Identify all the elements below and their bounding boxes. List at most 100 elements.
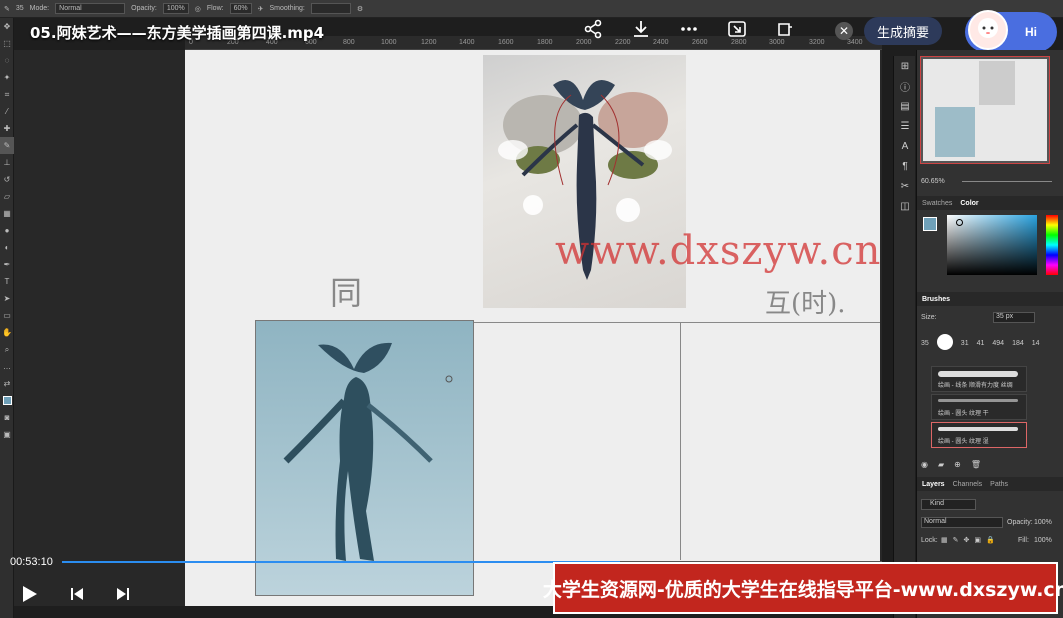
brush-tip[interactable]: 31 [961,340,969,350]
screen-mode-icon[interactable]: ▣ [0,426,14,443]
color-picker-field[interactable] [947,215,1037,275]
lock-pixels-icon[interactable]: ▦ [941,536,948,544]
quick-select-tool-icon[interactable]: ✦ [0,69,14,86]
history-brush-icon[interactable]: ↺ [0,171,14,188]
histogram-icon[interactable]: ▤ [894,96,916,116]
shape-tool-icon[interactable]: ▭ [0,307,14,324]
tool-presets-icon[interactable]: ✂ [894,176,916,196]
brush-tip-large[interactable] [936,334,953,350]
progress-fill [62,561,620,563]
tab-color[interactable]: Color [960,200,978,207]
new-group-icon[interactable]: ▰ [938,460,944,469]
stamp-tool-icon[interactable]: ⊥ [0,154,14,171]
download-icon[interactable] [628,16,654,42]
brush-tip[interactable]: 41 [977,340,985,350]
gradient-tool-icon[interactable]: ▦ [0,205,14,222]
tab-layers[interactable]: Layers [922,481,945,488]
airbrush-icon[interactable]: ✈ [258,5,264,13]
tab-paths[interactable]: Paths [990,481,1008,488]
brush-tip[interactable]: 494 [992,340,1004,350]
layer-filter-select[interactable]: Kind [921,499,976,510]
crop-tool-icon[interactable]: ⌗ [0,86,14,103]
brush-tip[interactable]: 184 [1012,340,1024,350]
assistant-mascot-icon[interactable] [968,10,1008,50]
brush-preset[interactable]: 绘画 - 线条 顺滑有力度 丝绸 [931,366,1027,392]
path-select-icon[interactable]: ➤ [0,290,14,307]
layer-opacity-value[interactable]: 100% [1034,519,1052,526]
brush-tip[interactable]: 35 [921,340,929,350]
hue-slider[interactable] [1046,215,1058,275]
new-brush-icon[interactable]: ⊕ [954,460,961,469]
info-icon[interactable]: ⓘ [894,76,916,96]
navigator-footer: 60.65% [917,178,1063,185]
character-icon[interactable]: A [894,136,916,156]
layer-filter-value: Kind [930,500,945,507]
swap-colors-icon[interactable]: ⇄ [0,375,14,392]
foreground-color-swatch[interactable] [0,392,14,409]
picture-in-picture-icon[interactable] [724,16,750,42]
ruler-tick: 3200 [809,39,825,46]
blue-silhouette-sketch [255,320,474,596]
lock-artboard-icon[interactable]: ▣ [974,536,981,544]
brush-size-value[interactable]: 35 [16,5,24,12]
lasso-tool-icon[interactable]: ◌ [0,52,14,69]
navigator-preview[interactable] [920,56,1050,164]
tab-brushes[interactable]: Brushes [922,296,950,303]
lock-brush-icon[interactable]: ✎ [953,536,959,544]
brush-tip[interactable]: 14 [1032,340,1040,350]
adjustments-icon[interactable]: ◫ [894,196,916,216]
fill-value[interactable]: 100% [1034,537,1052,544]
blur-tool-icon[interactable]: ● [0,222,14,239]
settings-gear-icon[interactable]: ⚙ [357,5,363,13]
brush-preset-selected[interactable]: 绘画 - 圆头 纹理 湿 [931,422,1027,448]
foreground-color-swatch[interactable] [923,217,937,231]
zoom-value[interactable]: 60.65% [917,178,945,185]
brush-tool-icon[interactable]: ✎ [0,137,14,154]
navigator-art-thumb [979,61,1015,105]
lock-position-icon[interactable]: ✥ [964,536,970,544]
healing-tool-icon[interactable]: ✚ [0,120,14,137]
eyedropper-tool-icon[interactable]: ⁄ [0,103,14,120]
mode-select[interactable]: Normal [55,3,126,14]
marquee-tool-icon[interactable]: ⬚ [0,35,14,52]
lock-all-icon[interactable]: 🔒 [986,536,995,544]
share-icon[interactable] [580,16,606,42]
zoom-tool-icon[interactable]: ⌕ [0,341,14,358]
pressure-icon[interactable]: ◎ [195,5,201,13]
more-icon[interactable] [676,16,702,42]
brush-tip-row: 35 31 41 494 184 14 [921,334,1061,350]
more-tools-icon[interactable]: … [0,358,14,375]
previous-icon[interactable] [68,585,86,608]
smoothing-field[interactable] [310,3,351,14]
properties-icon[interactable]: ☰ [894,116,916,136]
window-toggle-icon[interactable] [772,16,798,42]
brush-size-label: Size: [921,314,937,321]
handwritten-annotation: 同 [330,274,363,312]
play-icon[interactable] [18,583,40,610]
brush-preset[interactable]: 绘画 - 圆头 纹理 干 [931,394,1027,420]
brush-visibility-icon[interactable]: ◉ [921,460,928,469]
delete-brush-icon[interactable]: 🗑 [971,460,981,469]
opacity-field[interactable]: 100% [162,3,189,14]
color-picker-cursor[interactable] [956,219,963,226]
dodge-tool-icon[interactable]: ◐ [0,239,14,256]
tab-swatches[interactable]: Swatches [922,200,952,207]
quick-mask-icon[interactable]: ◙ [0,409,14,426]
close-icon[interactable]: ✕ [835,22,853,40]
next-icon[interactable] [114,585,132,608]
pen-tool-icon[interactable]: ✒ [0,256,14,273]
navigator-icon[interactable]: ⊞ [894,56,916,76]
blend-mode-select[interactable]: Normal [921,517,1003,528]
hand-tool-icon[interactable]: ✋ [0,324,14,341]
type-tool-icon[interactable]: T [0,273,14,290]
brush-size-field[interactable]: 35 px [993,312,1035,323]
paragraph-icon[interactable]: ¶ [894,156,916,176]
brush-preset-name: 绘画 - 圆头 纹理 干 [938,411,989,417]
zoom-slider[interactable] [962,181,1052,182]
brush-tool-icon[interactable]: ✎ [4,5,10,13]
flow-field[interactable]: 60% [229,3,252,14]
generate-summary-button[interactable]: 生成摘要 [864,17,942,45]
tab-channels[interactable]: Channels [953,481,983,488]
move-tool-icon[interactable]: ✥ [0,18,14,35]
eraser-tool-icon[interactable]: ▱ [0,188,14,205]
